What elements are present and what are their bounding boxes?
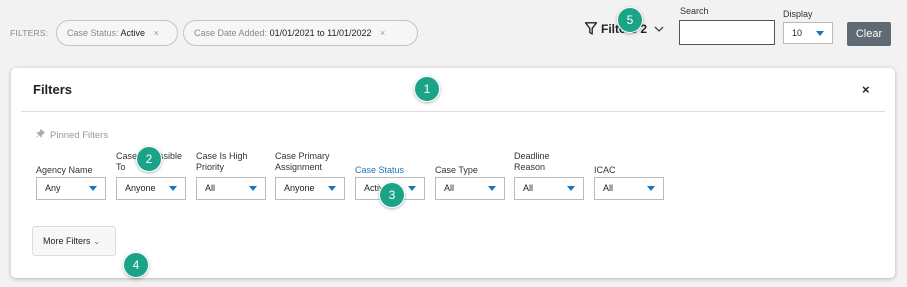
chip-remove-icon[interactable]: × [380,28,385,38]
filter-label-case-type: Case Type [435,165,478,175]
clear-button[interactable]: Clear [847,22,891,46]
funnel-icon [584,22,598,38]
display-select[interactable]: 10 [783,22,833,44]
display-label: Display [783,9,813,19]
caret-down-icon [488,186,496,191]
chip-value: 01/01/2021 to 11/01/2022 [269,28,372,38]
select-case-primary-assignment[interactable]: Anyone [275,177,345,200]
filter-chip-case-status[interactable]: Case Status: Active × [56,20,178,46]
filter-label-icac: ICAC [594,165,616,175]
select-case-type[interactable]: All [435,177,505,200]
select-deadline-reason[interactable]: All [514,177,584,200]
pinned-filters-heading: Pinned Filters [35,128,109,141]
more-filters-button[interactable]: More Filters ⌄ [32,226,116,256]
panel-title: Filters [33,82,73,97]
filter-label-case-primary-assignment: Case Primary Assignment [275,151,330,172]
callout-badge-1: 1 [414,76,440,102]
filter-label-case-high-priority: Case Is High Priority [196,151,248,172]
callout-badge-5: 5 [617,7,643,33]
more-filters-label: More Filters [43,236,91,246]
select-value: Anyone [125,183,156,193]
select-value: All [603,183,614,193]
filter-label-agency-name: Agency Name [36,165,93,175]
caret-down-icon [567,186,575,191]
select-value: All [205,183,216,193]
close-icon[interactable]: × [862,82,870,97]
filters-panel: Filters × Pinned Filters Agency Name Cas… [11,68,895,278]
caret-down-icon [169,186,177,191]
filters-label: FILTERS: [10,28,49,38]
search-input[interactable] [679,20,775,45]
chip-key: Case Status: [67,28,119,38]
callout-badge-2: 2 [136,146,162,172]
chip-key: Case Date Added: [194,28,268,38]
filter-chip-case-date-added[interactable]: Case Date Added: 01/01/2021 to 11/01/202… [183,20,418,46]
select-value: Anyone [284,183,315,193]
pinned-filters-label: Pinned Filters [50,130,109,141]
callout-badge-3: 3 [379,182,405,208]
select-case-high-priority[interactable]: All [196,177,266,200]
caret-down-icon [408,186,416,191]
pin-icon [35,128,46,141]
select-case-accessible-to[interactable]: Anyone [116,177,186,200]
top-filter-bar: FILTERS: Case Status: Active × Case Date… [0,0,907,66]
caret-down-icon [89,186,97,191]
divider [21,111,885,112]
caret-down-icon [816,31,824,36]
chip-value: Active [120,28,146,38]
select-agency-name[interactable]: Any [36,177,106,200]
caret-down-icon [328,186,336,191]
display-value: 10 [792,28,803,38]
select-value: Any [45,183,61,193]
caret-down-icon [249,186,257,191]
chevron-down-icon [654,22,664,36]
filter-label-case-status[interactable]: Case Status [355,165,425,176]
callout-badge-4: 4 [123,252,149,278]
select-value: All [444,183,455,193]
filter-label-deadline-reason: Deadline Reason [514,151,550,172]
select-value: All [523,183,534,193]
chip-remove-icon[interactable]: × [154,28,159,38]
chevron-down-icon: ⌄ [93,237,101,246]
search-label: Search [680,6,709,16]
caret-down-icon [647,186,655,191]
select-icac[interactable]: All [594,177,664,200]
